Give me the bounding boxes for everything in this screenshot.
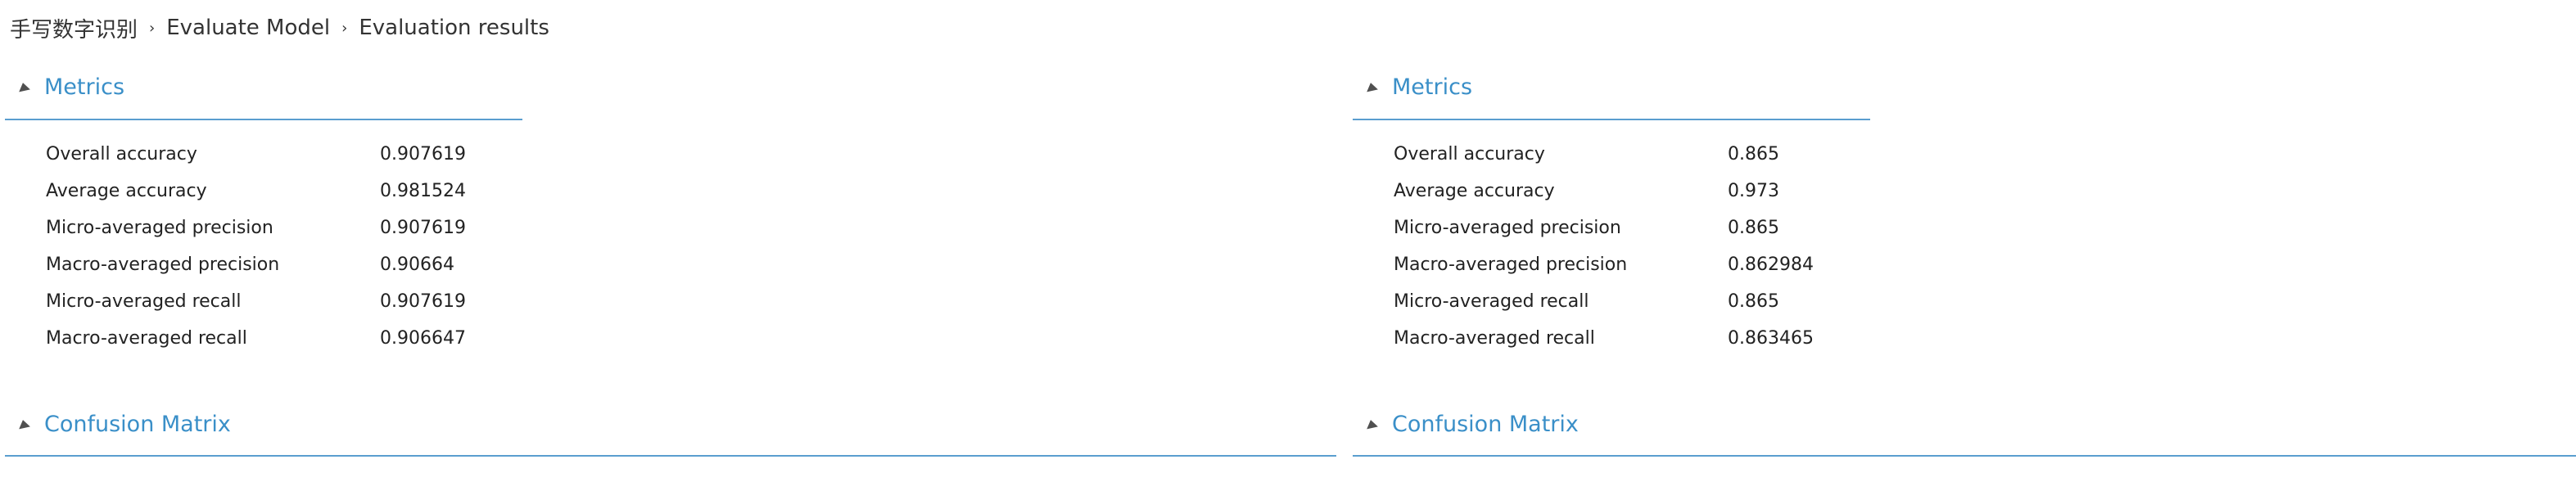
metric-name: Macro-averaged precision: [1394, 255, 1628, 275]
metrics-table: Overall accuracy 0.907619 Average accura…: [46, 136, 527, 357]
table-row: Macro-averaged precision 0.862984: [1394, 246, 1875, 283]
metric-name: Macro-averaged precision: [46, 255, 280, 275]
metrics-table: Overall accuracy 0.865 Average accuracy …: [1394, 136, 1875, 357]
table-row: Macro-averaged precision 0.90664: [46, 246, 527, 283]
table-row: Micro-averaged recall 0.907619: [46, 283, 527, 320]
section-divider: [1353, 455, 2576, 457]
metric-name: Macro-averaged recall: [1394, 328, 1595, 349]
section-divider: [1353, 119, 1870, 120]
collapse-triangle-icon: [1365, 418, 1378, 430]
metric-name: Micro-averaged precision: [46, 218, 273, 238]
chevron-right-icon: ›: [149, 19, 156, 37]
table-row: Micro-averaged recall 0.865: [1394, 283, 1875, 320]
metric-name: Average accuracy: [1394, 181, 1555, 201]
table-row: Overall accuracy 0.907619: [46, 136, 527, 173]
metrics-section-toggle[interactable]: Metrics: [1365, 72, 1473, 101]
collapse-triangle-icon: [17, 81, 30, 92]
collapse-triangle-icon: [17, 418, 30, 430]
collapse-triangle-icon: [1365, 81, 1378, 92]
section-divider: [5, 119, 522, 120]
metric-value: 0.863465: [1728, 328, 1814, 349]
chevron-right-icon: ›: [341, 19, 348, 37]
table-row: Overall accuracy 0.865: [1394, 136, 1875, 173]
metric-value: 0.862984: [1728, 255, 1814, 275]
confusion-matrix-section-toggle[interactable]: Confusion Matrix: [17, 409, 231, 439]
metric-value: 0.90664: [380, 255, 454, 275]
table-row: Macro-averaged recall 0.906647: [46, 320, 527, 357]
metrics-section-title: Metrics: [44, 74, 125, 100]
table-row: Micro-averaged precision 0.907619: [46, 209, 527, 246]
table-row: Average accuracy 0.981524: [46, 173, 527, 209]
confusion-matrix-section-title: Confusion Matrix: [44, 411, 231, 437]
metrics-section-title: Metrics: [1392, 74, 1473, 100]
breadcrumb-item-module[interactable]: Evaluate Model: [166, 16, 330, 40]
metric-value: 0.973: [1728, 181, 1779, 201]
breadcrumb-item-current: Evaluation results: [359, 16, 549, 40]
confusion-matrix-section-title: Confusion Matrix: [1392, 411, 1579, 437]
metric-value: 0.865: [1728, 218, 1779, 238]
metric-value: 0.906647: [380, 328, 466, 349]
metric-value: 0.907619: [380, 291, 466, 312]
breadcrumb-item-project[interactable]: 手写数字识别: [10, 13, 138, 43]
metric-name: Micro-averaged recall: [46, 291, 242, 312]
table-row: Micro-averaged precision 0.865: [1394, 209, 1875, 246]
metric-value: 0.907619: [380, 144, 466, 164]
metric-name: Average accuracy: [46, 181, 207, 201]
metric-name: Micro-averaged recall: [1394, 291, 1589, 312]
metric-value: 0.907619: [380, 218, 466, 238]
metric-value: 0.865: [1728, 144, 1779, 164]
metric-value: 0.981524: [380, 181, 466, 201]
metric-name: Macro-averaged recall: [46, 328, 247, 349]
confusion-matrix-section-toggle[interactable]: Confusion Matrix: [1365, 409, 1579, 439]
table-row: Macro-averaged recall 0.863465: [1394, 320, 1875, 357]
metric-name: Overall accuracy: [1394, 144, 1545, 164]
section-divider: [5, 455, 1336, 457]
metric-value: 0.865: [1728, 291, 1779, 312]
metrics-section-toggle[interactable]: Metrics: [17, 72, 125, 101]
table-row: Average accuracy 0.973: [1394, 173, 1875, 209]
breadcrumb: 手写数字识别 › Evaluate Model › Evaluation res…: [10, 13, 549, 43]
metric-name: Overall accuracy: [46, 144, 197, 164]
metric-name: Micro-averaged precision: [1394, 218, 1621, 238]
